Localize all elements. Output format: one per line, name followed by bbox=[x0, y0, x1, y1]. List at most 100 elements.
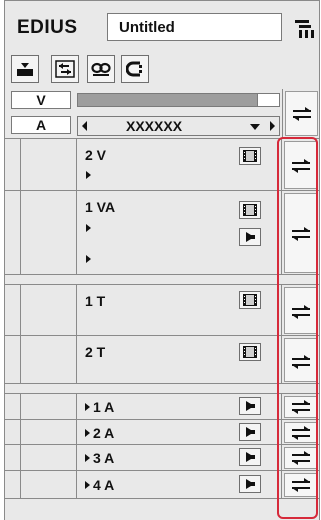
audio-channel-label[interactable]: A bbox=[11, 116, 71, 134]
sequence-name-field[interactable]: Untitled bbox=[107, 13, 282, 41]
dropdown-arrow-icon[interactable] bbox=[250, 124, 260, 130]
track-name: 2 A bbox=[93, 425, 115, 441]
film-icon bbox=[243, 150, 257, 162]
video-channel-bar[interactable] bbox=[77, 93, 280, 107]
panel-footer bbox=[5, 498, 319, 520]
speaker-icon bbox=[246, 479, 255, 489]
track-header[interactable]: 1 VA bbox=[77, 191, 282, 274]
insert-mode-button[interactable] bbox=[11, 55, 39, 83]
track-patch-area[interactable] bbox=[21, 336, 77, 383]
track-header[interactable]: 2 V bbox=[77, 139, 282, 190]
track-name: 1 T bbox=[85, 293, 106, 309]
source-patch-button[interactable] bbox=[285, 91, 318, 136]
audio-mute-toggle[interactable] bbox=[239, 397, 261, 415]
track-name: 2 T bbox=[85, 344, 106, 360]
swap-arrows-icon bbox=[292, 305, 310, 319]
track-patch-area[interactable] bbox=[21, 394, 77, 419]
track-name: 4 A bbox=[93, 477, 115, 493]
track-header[interactable]: 4 A bbox=[77, 471, 282, 498]
speaker-icon bbox=[246, 232, 255, 242]
speaker-icon bbox=[246, 452, 255, 462]
speaker-icon bbox=[246, 401, 255, 411]
video-mute-toggle[interactable] bbox=[239, 147, 261, 165]
track-name: 1 VA bbox=[85, 199, 116, 215]
track-row-1va: 1 VA bbox=[5, 190, 319, 274]
track-row-1t: 1 T bbox=[5, 284, 319, 335]
track-separator bbox=[5, 274, 319, 284]
next-source-icon[interactable] bbox=[270, 121, 275, 131]
track-separator bbox=[5, 383, 319, 393]
film-icon bbox=[243, 346, 257, 358]
track-patch-area[interactable] bbox=[21, 139, 77, 190]
audio-mute-toggle[interactable] bbox=[239, 448, 261, 466]
swap-arrows-icon bbox=[292, 426, 310, 440]
swap-arrows-icon bbox=[292, 159, 310, 173]
panel-header: EDIUS Untitled bbox=[5, 1, 319, 45]
link-button[interactable] bbox=[87, 55, 115, 83]
swap-arrows-icon bbox=[292, 355, 310, 369]
source-channel-value: XXXXXX bbox=[126, 118, 183, 134]
track-header[interactable]: 2 A bbox=[77, 420, 282, 444]
track-patch-area[interactable] bbox=[21, 420, 77, 444]
expand-arrow-icon[interactable] bbox=[85, 454, 90, 462]
timeline-toolbar bbox=[5, 49, 319, 87]
swap-arrows-icon bbox=[293, 107, 311, 121]
app-logo: EDIUS bbox=[17, 17, 78, 38]
film-icon bbox=[243, 204, 257, 216]
magnet-button[interactable] bbox=[121, 55, 149, 83]
video-mute-toggle[interactable] bbox=[239, 291, 261, 309]
sync-lock-button[interactable] bbox=[51, 55, 79, 83]
source-patch-column bbox=[282, 89, 319, 138]
track-row-2v: 2 V bbox=[5, 138, 319, 190]
track-row-1a: 1 A bbox=[5, 393, 319, 419]
expand-arrow-icon[interactable] bbox=[85, 429, 90, 437]
track-header[interactable]: 2 T bbox=[77, 336, 282, 383]
sync-lock-icon bbox=[55, 60, 75, 78]
track-patch-button[interactable] bbox=[284, 193, 317, 273]
track-name: 1 A bbox=[93, 399, 115, 415]
film-icon bbox=[243, 294, 257, 306]
magnet-icon bbox=[126, 61, 142, 77]
expand-arrow-icon[interactable] bbox=[85, 403, 90, 411]
source-channel-select[interactable]: XXXXXX bbox=[77, 116, 280, 136]
video-channel-label[interactable]: V bbox=[11, 91, 71, 109]
link-icon bbox=[91, 62, 111, 76]
track-patch-area[interactable] bbox=[21, 285, 77, 335]
speaker-icon bbox=[246, 427, 255, 437]
insert-mode-icon bbox=[17, 63, 33, 76]
swap-arrows-icon bbox=[292, 227, 310, 241]
track-row-2a: 2 A bbox=[5, 419, 319, 444]
video-mute-toggle[interactable] bbox=[239, 343, 261, 361]
track-name: 2 V bbox=[85, 147, 107, 163]
track-patch-button[interactable] bbox=[284, 422, 317, 443]
video-mute-toggle[interactable] bbox=[239, 201, 261, 219]
track-header[interactable]: 3 A bbox=[77, 445, 282, 470]
track-patch-button[interactable] bbox=[284, 338, 317, 382]
audio-mute-toggle[interactable] bbox=[239, 475, 261, 493]
track-patch-area[interactable] bbox=[21, 445, 77, 470]
expand-arrow-icon[interactable] bbox=[86, 224, 91, 232]
track-row-4a: 4 A bbox=[5, 470, 319, 498]
swap-arrows-icon bbox=[292, 478, 310, 492]
expand-arrow-icon[interactable] bbox=[85, 481, 90, 489]
track-patch-button[interactable] bbox=[284, 141, 317, 189]
audio-mute-toggle[interactable] bbox=[239, 423, 261, 441]
track-header[interactable]: 1 T bbox=[77, 285, 282, 335]
expand-arrow-icon[interactable] bbox=[86, 171, 91, 179]
track-name: 3 A bbox=[93, 450, 115, 466]
swap-arrows-icon bbox=[292, 451, 310, 465]
swap-arrows-icon bbox=[292, 400, 310, 414]
track-patch-button[interactable] bbox=[284, 287, 317, 334]
prev-source-icon[interactable] bbox=[82, 121, 87, 131]
expand-audio-arrow-icon[interactable] bbox=[86, 255, 91, 263]
track-patch-button[interactable] bbox=[284, 473, 317, 497]
track-header[interactable]: 1 A bbox=[77, 394, 282, 419]
track-patch-button[interactable] bbox=[284, 396, 317, 418]
track-patch-button[interactable] bbox=[284, 447, 317, 469]
track-row-3a: 3 A bbox=[5, 444, 319, 470]
sequence-menu-icon[interactable] bbox=[294, 19, 316, 39]
track-patch-area[interactable] bbox=[21, 471, 77, 498]
audio-mute-toggle[interactable] bbox=[239, 228, 261, 246]
track-patch-area[interactable] bbox=[21, 191, 77, 274]
timeline-track-panel: EDIUS Untitled V A XXXXXX 2 V 1 VA 1 T 2… bbox=[4, 0, 320, 520]
